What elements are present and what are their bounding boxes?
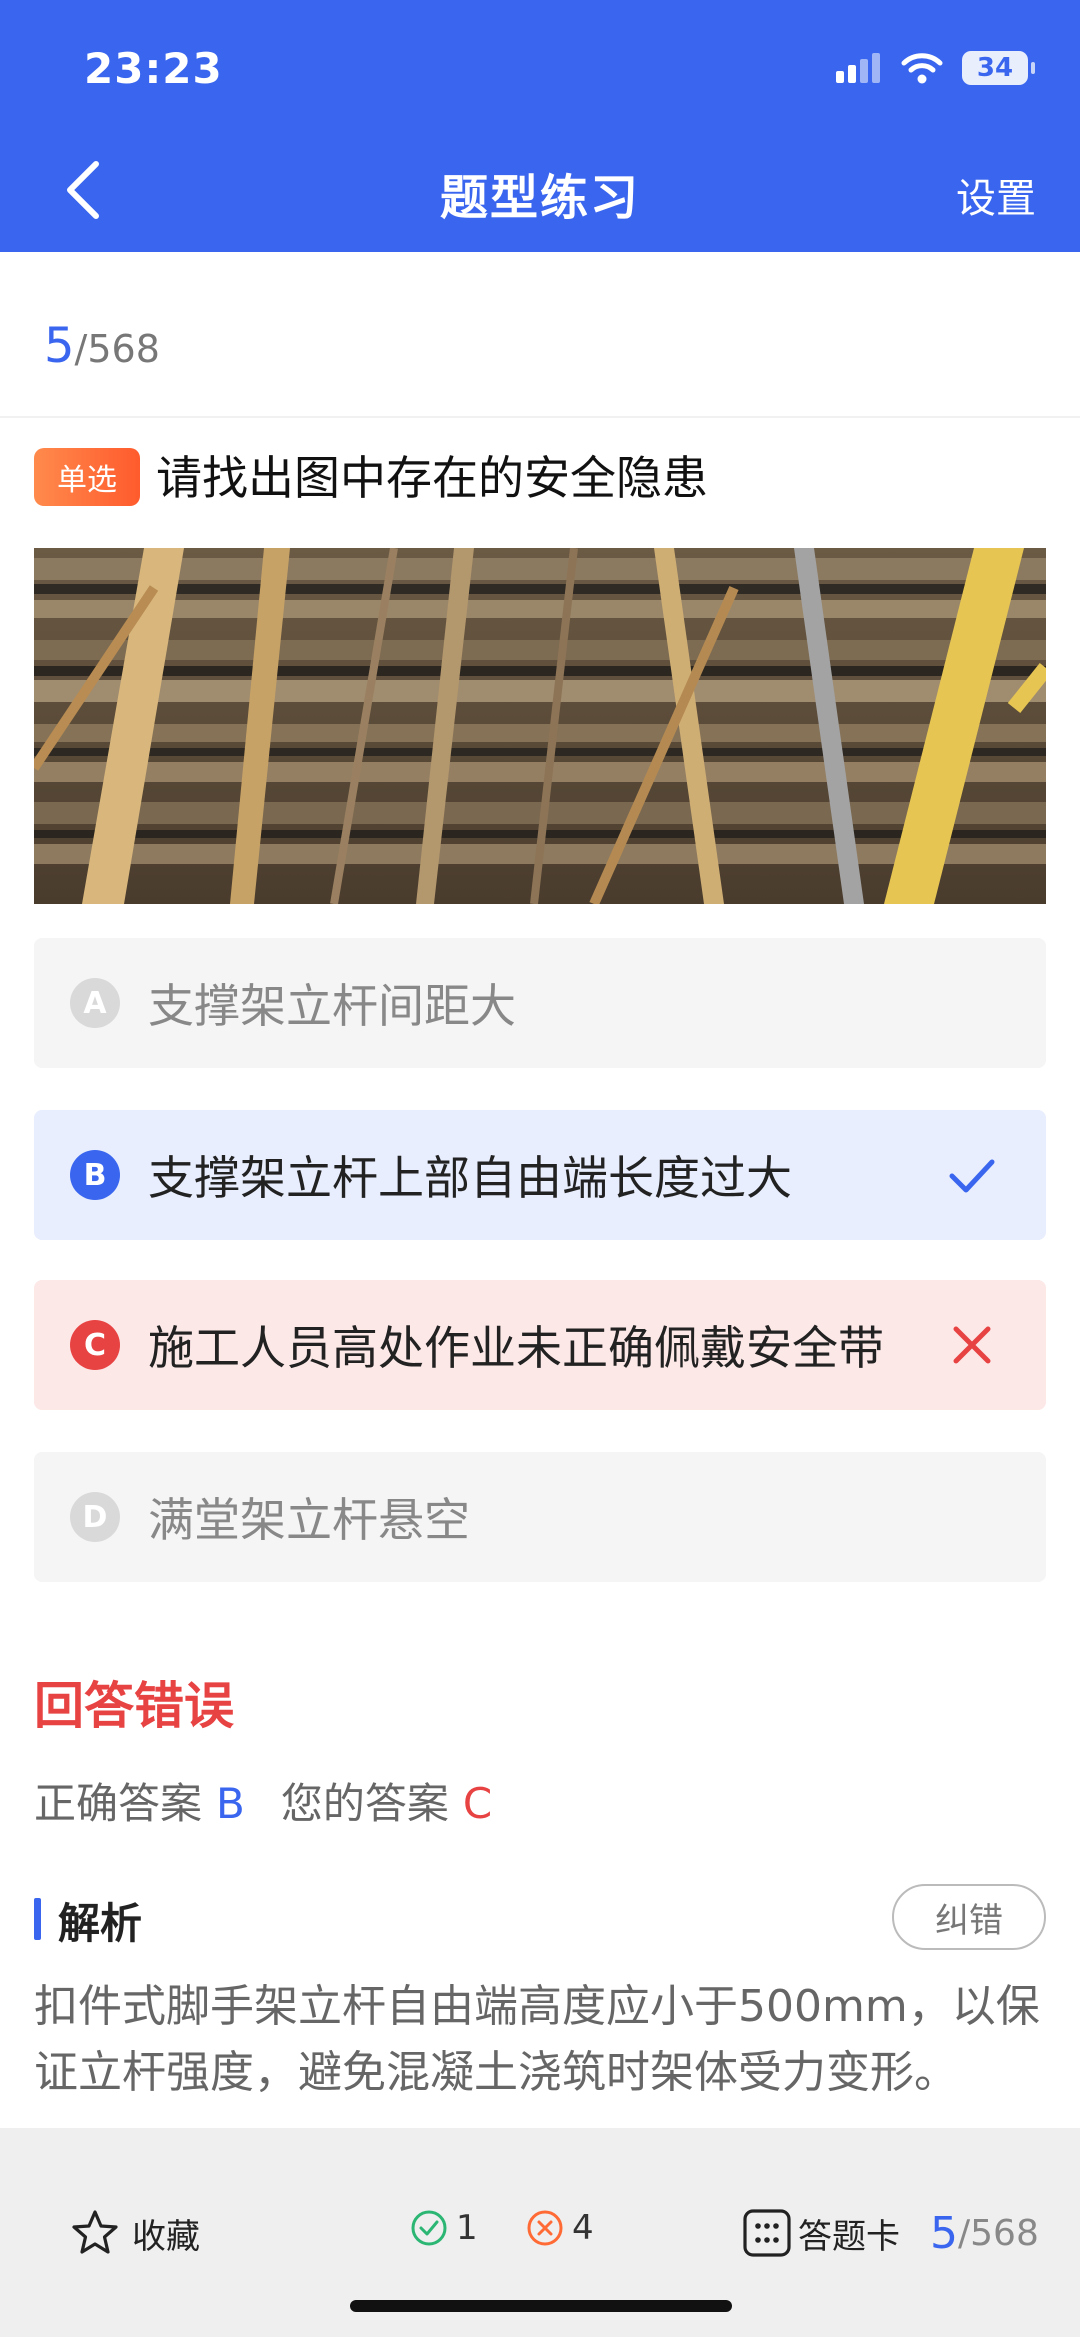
star-icon	[72, 2210, 118, 2254]
battery-level: 34	[976, 53, 1014, 83]
status-time: 23:23	[84, 44, 223, 93]
wrong-count-value: 4	[572, 2208, 594, 2248]
option-text: 满堂架立杆悬空	[148, 1493, 470, 1547]
divider	[0, 416, 1080, 418]
option-text: 施工人员高处作业未正确佩戴安全带	[148, 1321, 884, 1375]
app-header: 23:23 34 题型练习 设置	[0, 0, 1080, 252]
bottom-progress: 5/568	[930, 2208, 1039, 2259]
question-text: 请找出图中存在的安全隐患	[156, 451, 708, 505]
correct-count: 1	[410, 2208, 478, 2248]
answer-card-button[interactable]: 答题卡	[742, 2208, 900, 2258]
scaffold-photo	[34, 548, 1046, 904]
your-answer-label: 您的答案	[280, 1779, 449, 1828]
option-letter: D	[70, 1492, 120, 1542]
progress-current: 5	[44, 318, 75, 374]
option-c[interactable]: C 施工人员高处作业未正确佩戴安全带	[34, 1280, 1046, 1410]
question-image[interactable]	[34, 548, 1046, 904]
home-indicator[interactable]	[350, 2300, 732, 2312]
page-title: 题型练习	[439, 170, 640, 226]
option-b[interactable]: B 支撑架立杆上部自由端长度过大	[34, 1110, 1046, 1240]
question-progress: 5/568	[44, 318, 160, 374]
option-letter: B	[70, 1150, 120, 1200]
settings-button[interactable]: 设置	[956, 166, 1036, 224]
report-error-button[interactable]: 纠错	[892, 1884, 1046, 1950]
bottom-progress-total: /568	[958, 2213, 1039, 2254]
status-icons: 34	[834, 48, 1035, 88]
correct-answer-label: 正确答案	[34, 1779, 203, 1828]
check-icon	[949, 1159, 995, 1193]
option-letter: C	[70, 1320, 120, 1370]
analysis-title: 解析	[58, 1899, 143, 1948]
option-text: 支撑架立杆间距大	[148, 979, 516, 1033]
cross-circle-icon	[527, 2210, 563, 2246]
section-marker	[34, 1898, 41, 1940]
cellular-signal-icon	[836, 53, 880, 83]
option-d[interactable]: D 满堂架立杆悬空	[34, 1452, 1046, 1582]
answer-summary: 正确答案 B 您的答案 C	[34, 1770, 492, 1831]
answer-card-label: 答题卡	[798, 2216, 900, 2257]
correct-count-value: 1	[456, 2208, 478, 2248]
your-answer-value: C	[462, 1779, 493, 1828]
progress-total: /568	[74, 327, 160, 371]
option-text: 支撑架立杆上部自由端长度过大	[148, 1151, 792, 1205]
wrong-count: 4	[526, 2208, 594, 2248]
favorite-button[interactable]: 收藏	[70, 2208, 200, 2258]
analysis-text: 扣件式脚手架立杆自由端高度应小于500mm，以保证立杆强度，避免混凝土浇筑时架体…	[34, 1981, 1040, 2098]
question-type-badge: 单选	[34, 448, 140, 506]
grid-icon	[743, 2209, 791, 2257]
favorite-label: 收藏	[132, 2216, 200, 2257]
battery-icon: 34	[962, 51, 1035, 85]
cross-icon	[953, 1326, 991, 1364]
result-title: 回答错误	[34, 1677, 234, 1735]
option-letter: A	[70, 978, 120, 1028]
correct-answer-value: B	[216, 1779, 245, 1828]
check-circle-icon	[411, 2210, 447, 2246]
wifi-icon	[901, 53, 943, 84]
bottom-progress-current: 5	[930, 2208, 958, 2259]
option-a[interactable]: A 支撑架立杆间距大	[34, 938, 1046, 1068]
